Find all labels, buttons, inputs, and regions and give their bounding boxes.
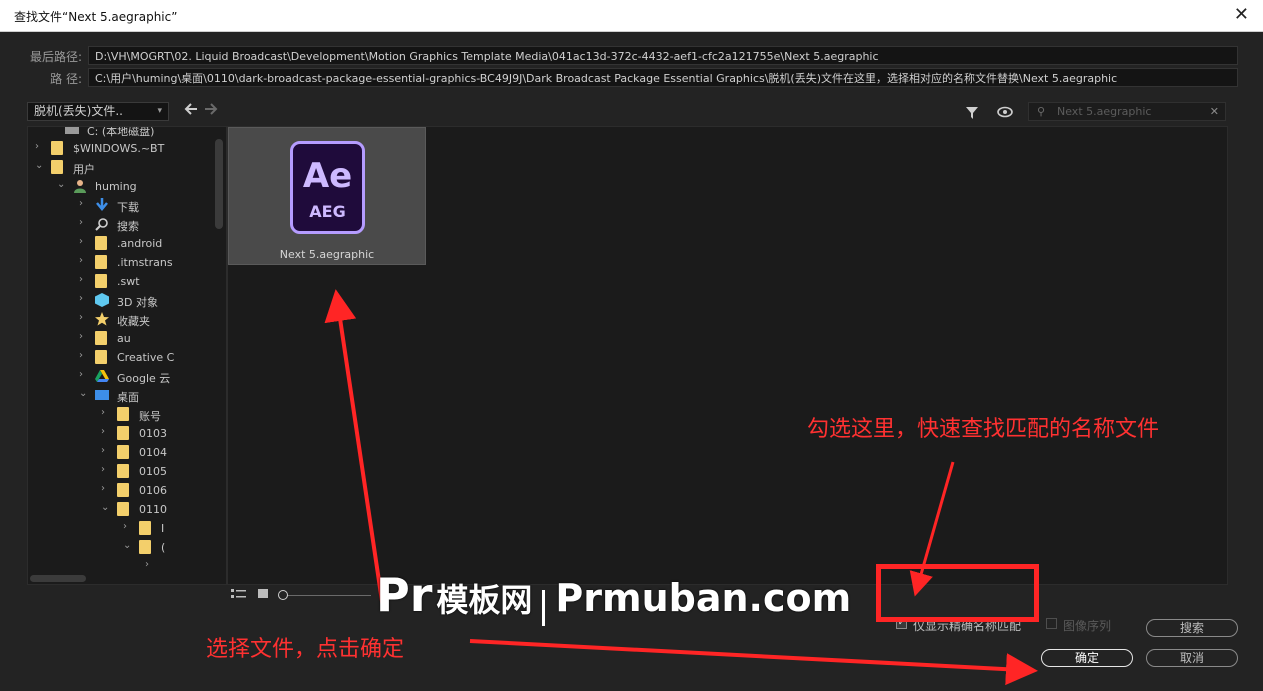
arrow-to-ok <box>469 639 1038 686</box>
watermark: Pr 模板网 Prmuban.com <box>376 568 851 626</box>
watermark-cn: 模板网 <box>436 581 533 619</box>
watermark-domain: Prmuban.com <box>555 576 852 620</box>
watermark-separator <box>542 590 546 626</box>
arrow-to-file <box>324 289 385 609</box>
arrow-to-checkbox <box>909 461 955 597</box>
watermark-pr: Pr <box>376 568 433 622</box>
